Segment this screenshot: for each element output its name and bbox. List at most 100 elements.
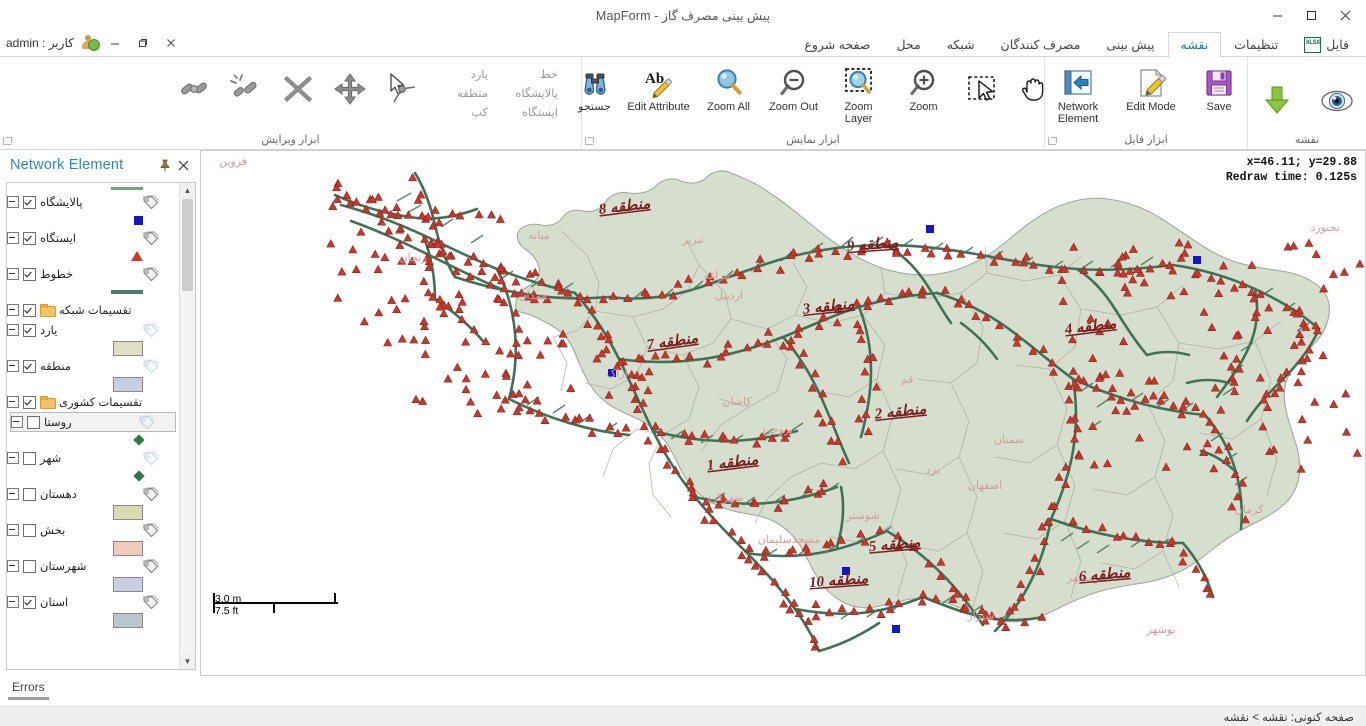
tree-group-network-divisions[interactable]: تقسیمات شبکه (7, 300, 179, 320)
station-marker[interactable] (351, 264, 361, 274)
station-marker[interactable] (727, 527, 737, 536)
tab-map[interactable]: نقشه (1167, 32, 1222, 57)
tag-icon[interactable] (142, 523, 159, 538)
station-marker[interactable] (421, 335, 431, 344)
tab-settings[interactable]: تنظیمات (1221, 32, 1291, 57)
expander-icon[interactable] (7, 396, 19, 408)
station-marker[interactable] (454, 304, 464, 314)
station-marker[interactable] (543, 336, 553, 345)
tag-icon[interactable] (142, 195, 159, 210)
expander-icon[interactable] (7, 304, 19, 316)
merge-button[interactable] (169, 61, 219, 109)
station-marker[interactable] (469, 251, 479, 260)
station-marker[interactable] (737, 550, 747, 560)
station-marker[interactable] (356, 227, 366, 236)
tag-icon[interactable] (142, 359, 159, 374)
view-map-button[interactable] (1312, 73, 1362, 121)
tree-node-refinery[interactable]: پالایشگاه (7, 192, 179, 212)
station-marker[interactable] (474, 209, 484, 219)
station-marker[interactable] (744, 543, 754, 552)
select-tool-button[interactable] (957, 61, 1007, 109)
station-marker[interactable] (643, 436, 653, 445)
tag-icon[interactable] (142, 231, 159, 246)
checkbox[interactable] (23, 267, 36, 281)
panel-close-icon[interactable] (174, 156, 192, 174)
tree-node-city[interactable]: شهر (7, 448, 179, 468)
station-marker[interactable] (466, 397, 476, 406)
station-marker[interactable] (461, 337, 471, 346)
refinery-marker[interactable] (892, 625, 900, 633)
scroll-up-icon[interactable]: ▲ (180, 183, 195, 198)
tag-icon[interactable] (142, 595, 159, 610)
station-marker[interactable] (1304, 238, 1314, 247)
station-marker[interactable] (511, 277, 521, 286)
station-marker[interactable] (1341, 427, 1351, 436)
station-marker[interactable] (522, 380, 532, 389)
station-marker[interactable] (423, 287, 433, 297)
station-marker[interactable] (477, 266, 487, 275)
station-marker[interactable] (461, 384, 471, 394)
refinery-marker[interactable] (1193, 256, 1201, 264)
scroll-down-icon[interactable]: ▼ (180, 654, 195, 669)
checkbox[interactable] (23, 487, 36, 501)
station-marker[interactable] (736, 535, 746, 544)
expander-icon[interactable] (7, 324, 19, 336)
station-marker[interactable] (457, 297, 467, 306)
expander-icon[interactable] (11, 416, 23, 428)
station-marker[interactable] (1293, 377, 1303, 387)
station-marker[interactable] (380, 205, 390, 214)
station-marker[interactable] (514, 324, 524, 333)
station-marker[interactable] (1200, 572, 1210, 582)
tree-node-lines[interactable]: خطوط (7, 264, 179, 284)
tree-node-province[interactable]: استان (7, 592, 179, 612)
tab-location[interactable]: محل (883, 32, 933, 57)
ribbon-restore-button[interactable] (132, 32, 154, 54)
tab-file[interactable]: فایل XLSX (1291, 32, 1362, 57)
station-marker[interactable] (496, 404, 506, 413)
expander-icon[interactable] (7, 196, 19, 208)
checkbox[interactable] (23, 451, 36, 465)
station-marker[interactable] (535, 350, 545, 359)
tree-node-village[interactable]: روستا (10, 412, 176, 432)
zoom-layer-button[interactable]: Zoom Layer (827, 61, 891, 128)
station-marker[interactable] (439, 308, 449, 318)
ribbon-minimize-button[interactable] (104, 32, 126, 54)
download-map-button[interactable] (1252, 73, 1302, 121)
station-marker[interactable] (837, 603, 847, 613)
tab-consumers[interactable]: مصرف کنندگان (988, 32, 1094, 57)
zoom-all-button[interactable]: Zoom All (697, 61, 761, 117)
station-marker[interactable] (1355, 259, 1365, 268)
station-marker[interactable] (417, 210, 427, 220)
edit-tools-dialog-launcher[interactable] (3, 137, 13, 147)
station-marker[interactable] (490, 272, 500, 281)
tree-node-yard[interactable]: یارد (7, 320, 179, 340)
station-marker[interactable] (374, 307, 384, 317)
station-marker[interactable] (434, 217, 444, 227)
add-node-button[interactable] (377, 61, 427, 109)
station-marker[interactable] (761, 545, 771, 554)
station-marker[interactable] (779, 599, 789, 608)
expander-icon[interactable] (7, 232, 19, 244)
station-marker[interactable] (540, 415, 550, 425)
checkbox[interactable] (23, 559, 36, 573)
checkbox[interactable] (23, 323, 36, 337)
station-marker[interactable] (811, 612, 821, 621)
tree-node-county[interactable]: شهرستان (7, 556, 179, 576)
station-marker[interactable] (461, 374, 471, 383)
station-marker[interactable] (1310, 397, 1320, 406)
errors-tab[interactable]: Errors (8, 680, 49, 700)
station-marker[interactable] (480, 369, 490, 378)
station-marker[interactable] (1297, 414, 1307, 424)
station-marker[interactable] (561, 412, 571, 421)
station-marker[interactable] (522, 335, 532, 345)
layer-tree-scrollbar[interactable]: ▲ ▼ (179, 183, 195, 669)
station-marker[interactable] (430, 205, 440, 214)
station-marker[interactable] (387, 295, 397, 304)
tree-group-country-divisions[interactable]: تقسیمات کشوری (7, 392, 179, 412)
map-canvas[interactable]: x=46.11; y=29.88 Redraw time: 0.125s قزو… (201, 150, 1366, 676)
station-marker[interactable] (411, 394, 421, 404)
station-marker[interactable] (384, 226, 394, 235)
station-marker[interactable] (447, 209, 457, 218)
station-marker[interactable] (700, 515, 710, 524)
expander-icon[interactable] (7, 268, 19, 280)
